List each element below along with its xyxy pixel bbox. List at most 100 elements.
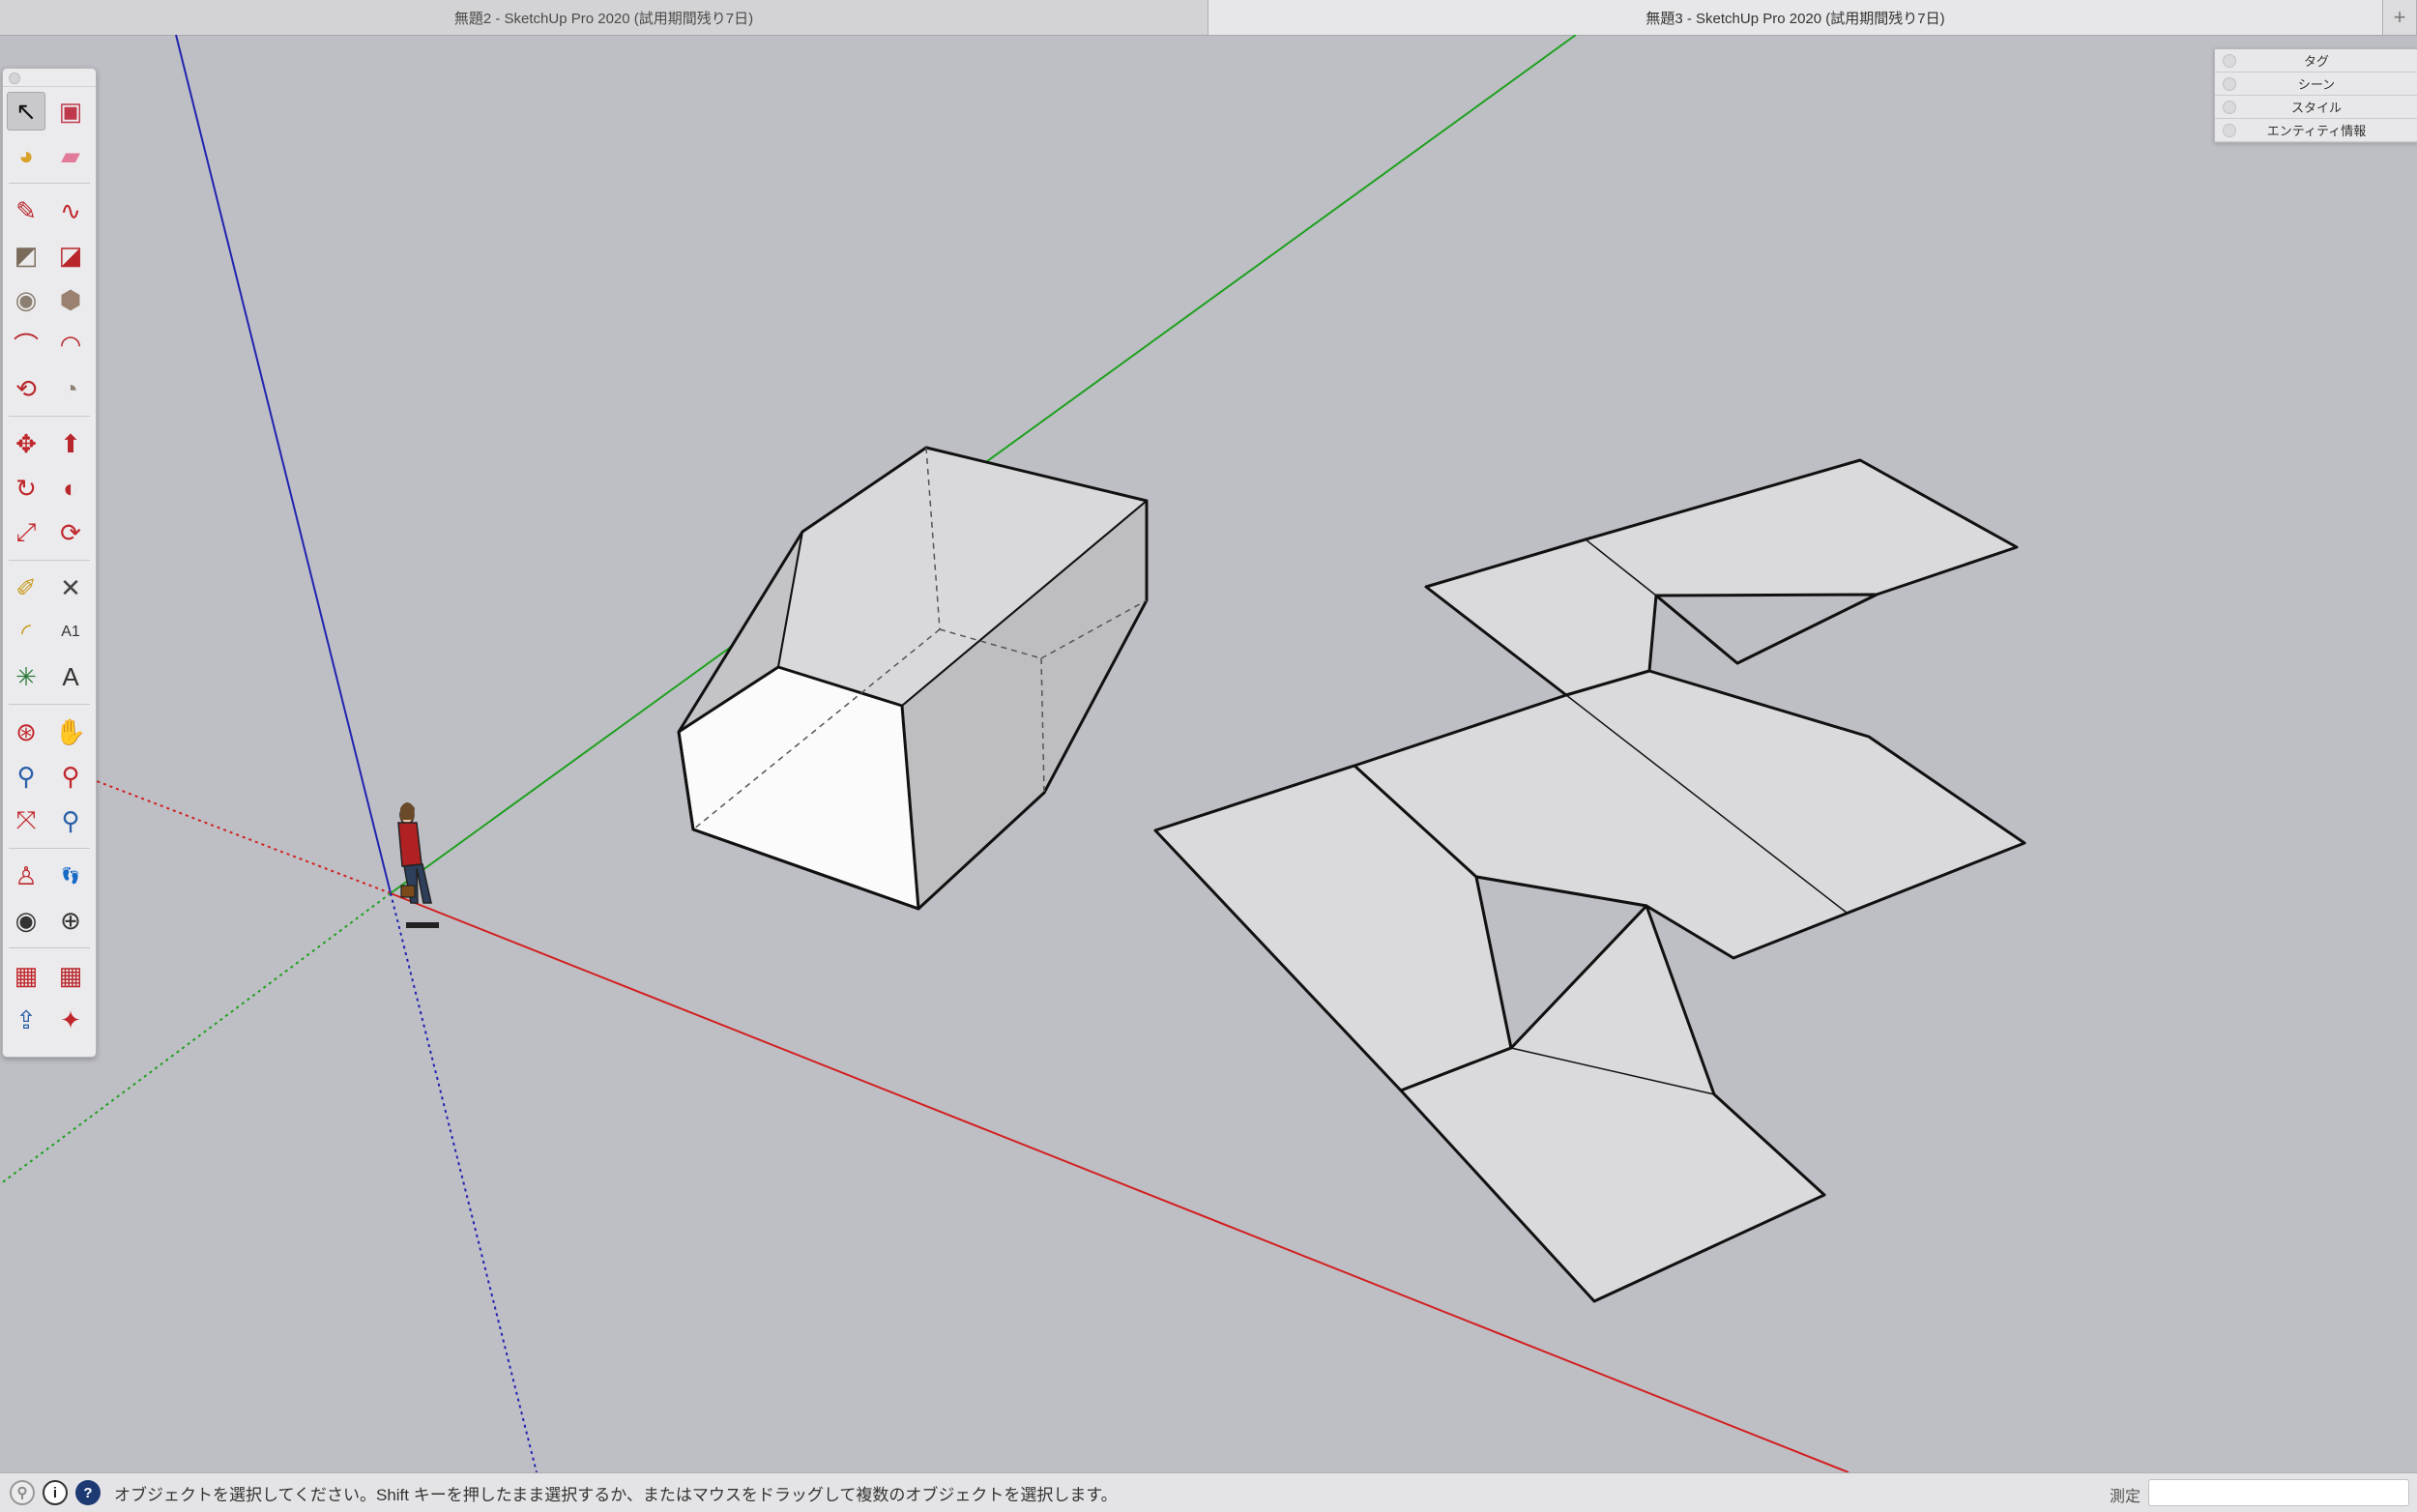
model-viewport[interactable] xyxy=(0,35,2417,1472)
expand-icon[interactable] xyxy=(2223,124,2236,137)
rectangle-tool[interactable]: ◩ xyxy=(7,236,45,275)
push-pull-tool[interactable]: ⬆ xyxy=(51,424,90,463)
rotate-icon: ↻ xyxy=(15,473,37,503)
move-icon: ✥ xyxy=(15,428,37,458)
extension-warehouse-tool[interactable]: ▦ xyxy=(51,956,90,995)
rotated-rectangle-tool[interactable]: ◪ xyxy=(51,236,90,275)
orbit-tool[interactable]: ⊛ xyxy=(7,712,45,751)
rectangle-icon: ◩ xyxy=(14,240,39,270)
eraser-icon: ▰ xyxy=(61,140,80,170)
palette-separator xyxy=(9,560,90,561)
freehand-tool[interactable]: ∿ xyxy=(51,191,90,230)
3d-warehouse-tool[interactable]: ▦ xyxy=(7,956,45,995)
tab-document-untitled-2[interactable]: 無題2 - SketchUp Pro 2020 (試用期間残り7日) xyxy=(0,0,1208,35)
status-message: オブジェクトを選択してください。Shift キーを押したまま選択するか、またはマ… xyxy=(114,1485,1118,1504)
axes-tool[interactable]: ✳ xyxy=(7,657,45,696)
protractor-icon: ◜ xyxy=(20,617,32,647)
position-camera-tool[interactable]: ♙ xyxy=(7,857,45,895)
instructor-help-icon[interactable]: ? xyxy=(75,1480,101,1505)
arc-icon: ⌒ xyxy=(13,331,39,361)
push-pull-icon: ⬆ xyxy=(60,428,81,458)
dimension-tool[interactable]: ✕ xyxy=(51,568,90,607)
look-around-icon: ◉ xyxy=(15,905,38,935)
rotate-tool[interactable]: ↻ xyxy=(7,469,45,508)
circle-tool[interactable]: ◉ xyxy=(7,280,45,319)
tray-panel-styles[interactable]: スタイル xyxy=(2215,96,2417,119)
polygon-icon: ⬢ xyxy=(59,284,82,314)
protractor-tool[interactable]: ◜ xyxy=(7,613,45,652)
paint-bucket-tool[interactable]: ◕ xyxy=(7,136,45,175)
follow-me-icon: ◐ xyxy=(63,473,78,503)
palette-title-bar[interactable] xyxy=(3,69,96,87)
extension-warehouse-icon: ▦ xyxy=(58,960,83,990)
tab-title: 無題3 - SketchUp Pro 2020 (試用期間残り7日) xyxy=(1645,10,1945,27)
previous-view-icon: ⚲ xyxy=(61,805,80,835)
tray-panel-tags[interactable]: タグ xyxy=(2215,49,2417,73)
offset-tool[interactable]: ⟳ xyxy=(51,513,90,552)
3d-text-tool[interactable]: A xyxy=(51,657,90,696)
section-plane-icon: ⊕ xyxy=(60,905,81,935)
measurements-input[interactable] xyxy=(2148,1479,2409,1506)
pan-tool[interactable]: ✋ xyxy=(51,712,90,751)
select-icon: ↖ xyxy=(15,96,37,126)
tray-panel-scenes[interactable]: シーン xyxy=(2215,73,2417,96)
zoom-extents-icon: ⤧ xyxy=(15,805,37,834)
make-component-tool[interactable]: ▣ xyxy=(51,92,90,131)
viewport-canvas[interactable] xyxy=(0,35,2417,1472)
zoom-window-tool[interactable]: ⚲ xyxy=(51,757,90,796)
tab-document-untitled-3[interactable]: 無題3 - SketchUp Pro 2020 (試用期間残り7日) xyxy=(1208,0,2383,35)
orbit-icon: ⊛ xyxy=(15,716,37,746)
pencil-line-tool[interactable]: ✎ xyxy=(7,191,45,230)
zoom-extents-tool[interactable]: ⤧ xyxy=(7,801,45,840)
zoom-tool[interactable]: ⚲ xyxy=(7,757,45,796)
scale-icon: ⤢ xyxy=(15,517,37,546)
two-point-arc-icon: ◠ xyxy=(59,329,82,359)
add-tab-button[interactable]: + xyxy=(2383,0,2417,35)
freehand-icon: ∿ xyxy=(60,195,81,225)
eraser-tool[interactable]: ▰ xyxy=(51,136,90,175)
move-tool[interactable]: ✥ xyxy=(7,424,45,463)
shell-model[interactable] xyxy=(677,446,1149,911)
make-component-icon: ▣ xyxy=(58,96,83,126)
walk-tool[interactable]: 👣 xyxy=(51,857,90,895)
credits-icon[interactable]: i xyxy=(43,1480,68,1505)
share-model-tool[interactable]: ⇪ xyxy=(7,1001,45,1039)
walk-icon: 👣 xyxy=(61,868,80,885)
extension-manager-tool[interactable]: ✦ xyxy=(51,1001,90,1039)
follow-me-tool[interactable]: ◐ xyxy=(51,469,90,508)
polygon-tool[interactable]: ⬢ xyxy=(51,280,90,319)
pie-icon: ◔ xyxy=(63,373,78,403)
expand-icon[interactable] xyxy=(2223,77,2236,91)
expand-icon[interactable] xyxy=(2223,101,2236,114)
three-point-arc-tool[interactable]: ⟲ xyxy=(7,369,45,408)
position-camera-icon: ♙ xyxy=(15,860,38,890)
tray-panel-label: シーン xyxy=(2297,77,2336,92)
text-tool[interactable]: A1 xyxy=(51,613,90,652)
extension-manager-icon: ✦ xyxy=(60,1004,81,1034)
tape-measure-tool[interactable]: ✐ xyxy=(7,568,45,607)
select-tool[interactable]: ↖ xyxy=(7,92,45,131)
two-point-arc-tool[interactable]: ◠ xyxy=(51,325,90,363)
look-around-tool[interactable]: ◉ xyxy=(7,901,45,940)
palette-separator xyxy=(9,848,90,849)
close-dot-icon[interactable] xyxy=(9,73,20,84)
expand-icon[interactable] xyxy=(2223,54,2236,68)
3d-warehouse-icon: ▦ xyxy=(14,960,39,990)
scale-tool[interactable]: ⤢ xyxy=(7,513,45,552)
blue-axis-positive xyxy=(175,35,392,894)
section-plane-tool[interactable]: ⊕ xyxy=(51,901,90,940)
net-top-panel[interactable] xyxy=(1424,458,2019,697)
rotated-rectangle-icon: ◪ xyxy=(58,240,83,270)
pie-tool[interactable]: ◔ xyxy=(51,369,90,408)
palette-separator xyxy=(9,947,90,948)
tray-panel-entity-info[interactable]: エンティティ情報 xyxy=(2215,119,2417,142)
tray-panel-label: エンティティ情報 xyxy=(2266,124,2367,138)
pan-icon: ✋ xyxy=(54,716,87,746)
pencil-line-icon: ✎ xyxy=(15,195,37,225)
palette-separator xyxy=(9,416,90,417)
zoom-window-icon: ⚲ xyxy=(61,761,80,791)
arc-tool[interactable]: ⌒ xyxy=(7,325,45,363)
geo-location-icon[interactable]: ⚲ xyxy=(10,1480,35,1505)
unfolded-net-model[interactable] xyxy=(1153,458,2026,1303)
previous-view-tool[interactable]: ⚲ xyxy=(51,801,90,840)
